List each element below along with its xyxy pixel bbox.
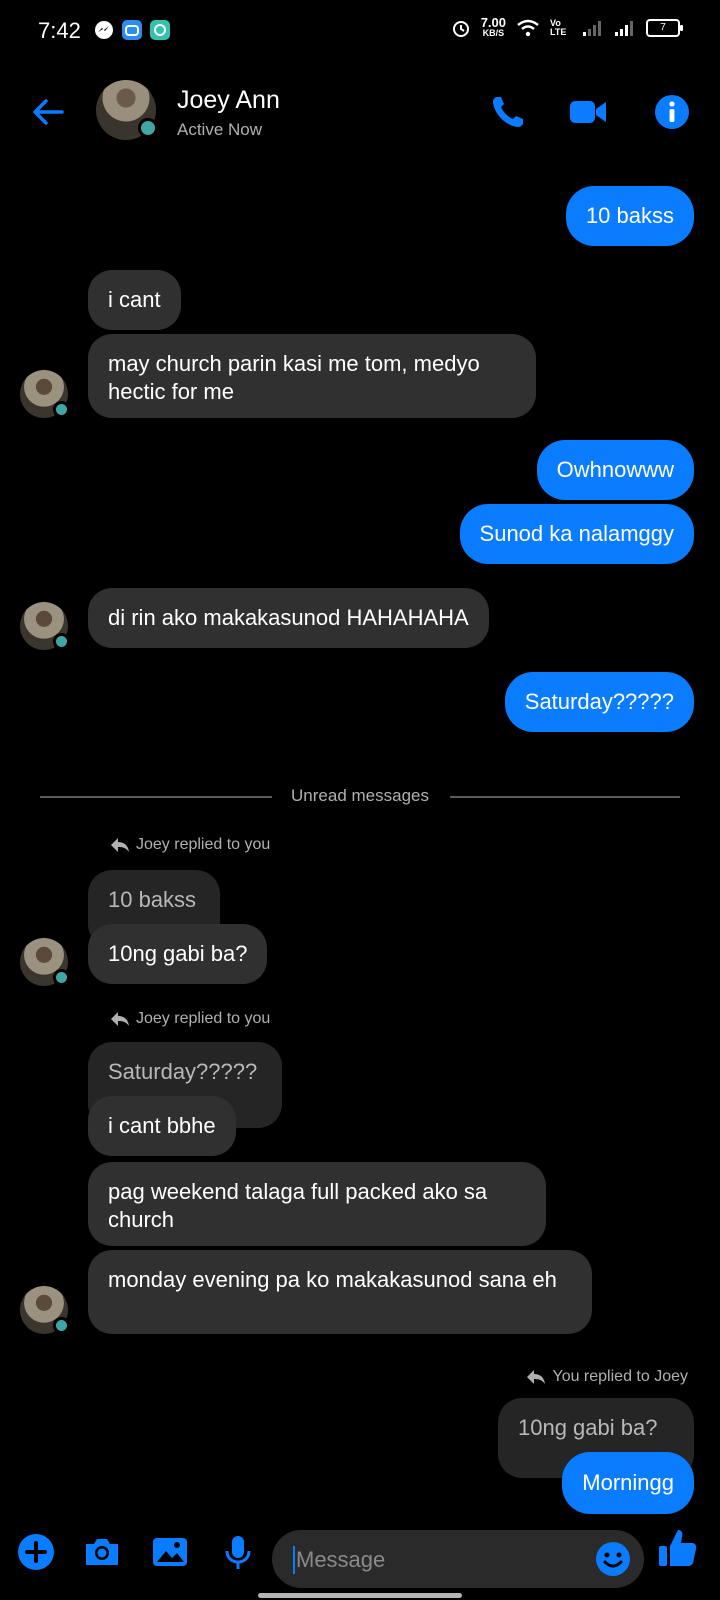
video-call-icon[interactable] [568,92,608,132]
contact-active-status: Active Now [177,120,263,139]
chat-header: Joey Ann Active Now [0,64,720,162]
active-status-dot [138,118,158,138]
contact-avatar[interactable] [96,80,158,140]
thumbs-up-icon[interactable] [656,1526,700,1570]
alarm-icon [452,21,469,37]
active-status-dot [53,633,70,650]
contact-avatar-small[interactable] [20,1286,70,1334]
outgoing-message[interactable]: Morningg [562,1452,694,1514]
wifi-icon [517,19,539,37]
app-notification-icon [122,20,142,40]
incoming-message[interactable]: i cant [88,270,181,330]
outgoing-message[interactable]: Sunod ka nalamggy [459,504,694,564]
active-status-dot [53,969,70,986]
signal-2-icon [615,21,633,36]
status-bar: 7:42 7.00 KB/S Vo LTE 7 [0,0,720,64]
home-indicator [258,1593,462,1598]
microphone-icon[interactable] [218,1532,258,1572]
reply-arrow-icon [527,1370,546,1384]
outgoing-message[interactable]: 10 bakss [565,186,694,246]
message-input-box[interactable] [272,1530,644,1590]
contact-name[interactable]: Joey Ann [177,86,280,115]
incoming-message[interactable]: may church parin kasi me tom, medyo hect… [88,334,536,418]
notification-icons [94,20,170,40]
active-status-dot [53,401,70,418]
unread-messages-label: Unread messages [291,786,429,805]
outgoing-message[interactable]: Owhnowww [536,440,694,500]
message-input[interactable] [294,1530,588,1590]
outgoing-message[interactable]: Saturday????? [504,672,694,732]
info-icon[interactable] [652,92,692,132]
message-composer [0,1510,720,1600]
incoming-message[interactable]: 10ng gabi ba? [88,924,268,984]
camera-icon[interactable] [82,1532,122,1572]
incoming-message[interactable]: di rin ako makakasunod HAHAHAHA [88,588,489,648]
reply-indicator-text: Joey replied to you [136,836,271,853]
contact-avatar-small[interactable] [20,602,70,650]
text-caret [293,1546,295,1574]
incoming-message[interactable]: monday evening pa ko makakasunod sana eh [88,1250,592,1334]
volte-indicator: Vo LTE [550,18,567,37]
network-speed-unit: KB/S [482,28,505,38]
contact-avatar-small[interactable] [20,938,70,986]
incoming-message[interactable]: i cant bbhe [88,1096,236,1156]
reply-arrow-icon [111,1012,129,1026]
plus-icon[interactable] [16,1532,56,1572]
reply-indicator-text: You replied to Joey [552,1368,688,1385]
emoji-icon[interactable] [594,1540,632,1578]
contact-avatar-small[interactable] [20,370,70,418]
status-time: 7:42 [38,18,81,43]
phone-call-icon[interactable] [488,92,528,132]
reply-indicator: You replied to Joey [526,1368,688,1386]
messenger-notification-icon [94,20,114,40]
network-speed-value: 7.00 [480,15,506,30]
battery-level: 7 [660,22,666,33]
network-speed: 7.00 KB/S [480,15,506,38]
reply-arrow-icon [111,838,129,852]
incoming-message[interactable]: pag weekend talaga full packed ako sa ch… [88,1162,546,1246]
status-right-icons: 7.00 KB/S Vo LTE 7 [451,15,683,38]
gallery-icon[interactable] [150,1532,190,1572]
signal-1-icon [583,21,601,36]
battery-icon: 7 [646,19,683,37]
reply-indicator-text: Joey replied to you [136,1010,271,1027]
active-status-dot [53,1317,70,1334]
chat-app-notification-icon [150,20,170,40]
reply-indicator: Joey replied to you [110,836,270,854]
reply-indicator: Joey replied to you [110,1010,270,1028]
back-arrow-icon[interactable] [28,92,68,132]
